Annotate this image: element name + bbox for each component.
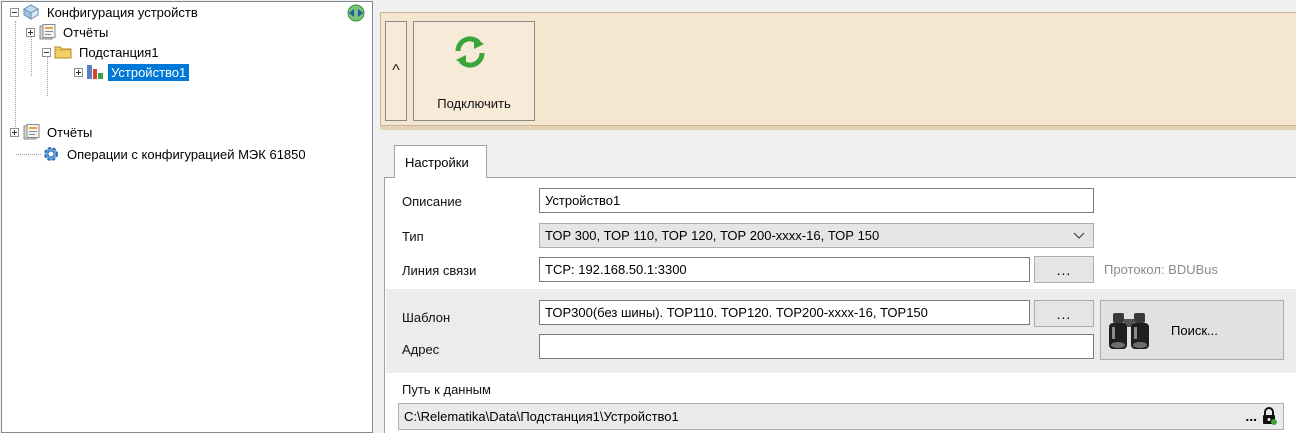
line-label: Линия связи: [402, 263, 477, 278]
tab-settings[interactable]: Настройки: [394, 145, 487, 178]
device-config-icon: [22, 4, 40, 20]
tree-item-label: Отчёты: [47, 124, 93, 140]
ribbon-toolbar: ^ Подключить: [380, 12, 1296, 126]
tab-settings-label: Настройки: [405, 154, 469, 170]
path-value: C:\Relematika\Data\Подстанция1\Устройств…: [404, 409, 679, 424]
address-field[interactable]: [539, 334, 1094, 359]
binoculars-icon: [1109, 313, 1149, 349]
expand-toggle[interactable]: [26, 27, 35, 37]
tree-item-label: Устройство1: [108, 63, 190, 81]
description-field[interactable]: Устройство1: [539, 188, 1094, 213]
folder-icon: [54, 44, 72, 60]
line-browse-button[interactable]: ...: [1034, 256, 1094, 283]
collapse-toggle[interactable]: [42, 47, 51, 57]
ribbon-collapse-button[interactable]: ^: [385, 21, 407, 121]
tree-item-substation[interactable]: Подстанция1: [42, 42, 162, 62]
expand-toggle[interactable]: [74, 67, 83, 77]
search-button[interactable]: Поиск...: [1100, 300, 1284, 360]
reports-icon: [38, 24, 56, 40]
description-label: Описание: [402, 194, 462, 209]
type-label: Тип: [402, 229, 424, 244]
path-browse-button[interactable]: ...: [1245, 408, 1257, 424]
expand-toggle[interactable]: [10, 127, 19, 137]
path-field[interactable]: C:\Relematika\Data\Подстанция1\Устройств…: [398, 403, 1284, 430]
tree-item-label: Подстанция1: [79, 44, 159, 60]
tree-item-label: Операции с конфигурацией МЭК 61850: [67, 146, 306, 162]
tree-item-reports-root[interactable]: Отчёты: [10, 122, 95, 142]
tree-item-device-config[interactable]: Конфигурация устройств: [10, 2, 201, 22]
tree-item-device[interactable]: Устройство1: [74, 62, 190, 82]
reports-icon: [22, 124, 40, 140]
type-select[interactable]: ТОР 300, ТОР 110, ТОР 120, ТОР 200-xxxx-…: [539, 223, 1094, 248]
tree-item-label: Отчёты: [63, 24, 109, 40]
template-browse-button[interactable]: ...: [1034, 300, 1094, 327]
gear-icon: [42, 146, 60, 162]
tree-item-iec-operations[interactable]: Операции с конфигурацией МЭК 61850: [42, 144, 309, 164]
refresh-icon: [455, 36, 485, 68]
swap-arrows-icon[interactable]: [346, 4, 366, 22]
connect-button[interactable]: Подключить: [413, 21, 535, 121]
chevron-up-icon: ^: [392, 62, 400, 79]
type-select-value: ТОР 300, ТОР 110, ТОР 120, ТОР 200-xxxx-…: [545, 228, 880, 243]
template-label: Шаблон: [402, 310, 451, 325]
search-button-label: Поиск...: [1171, 323, 1218, 338]
tree-item-label: Конфигурация устройств: [47, 4, 198, 20]
path-label: Путь к данным: [402, 382, 491, 397]
lock-icon[interactable]: [1261, 407, 1277, 425]
collapse-toggle[interactable]: [10, 7, 19, 17]
address-label: Адрес: [402, 342, 440, 357]
navigation-tree[interactable]: Конфигурация устройств Отчёты Подстанция…: [1, 1, 373, 433]
line-field[interactable]: TCP: 192.168.50.1:3300: [539, 257, 1030, 282]
template-field[interactable]: ТОР300(без шины). ТОР110. ТОР120. ТОР200…: [539, 300, 1030, 325]
device-icon: [86, 64, 104, 80]
tree-item-reports[interactable]: Отчёты: [26, 22, 111, 42]
protocol-note: Протокол: BDUBus: [1104, 262, 1218, 277]
connect-button-label: Подключить: [437, 96, 511, 111]
chevron-down-icon: [1073, 232, 1085, 239]
